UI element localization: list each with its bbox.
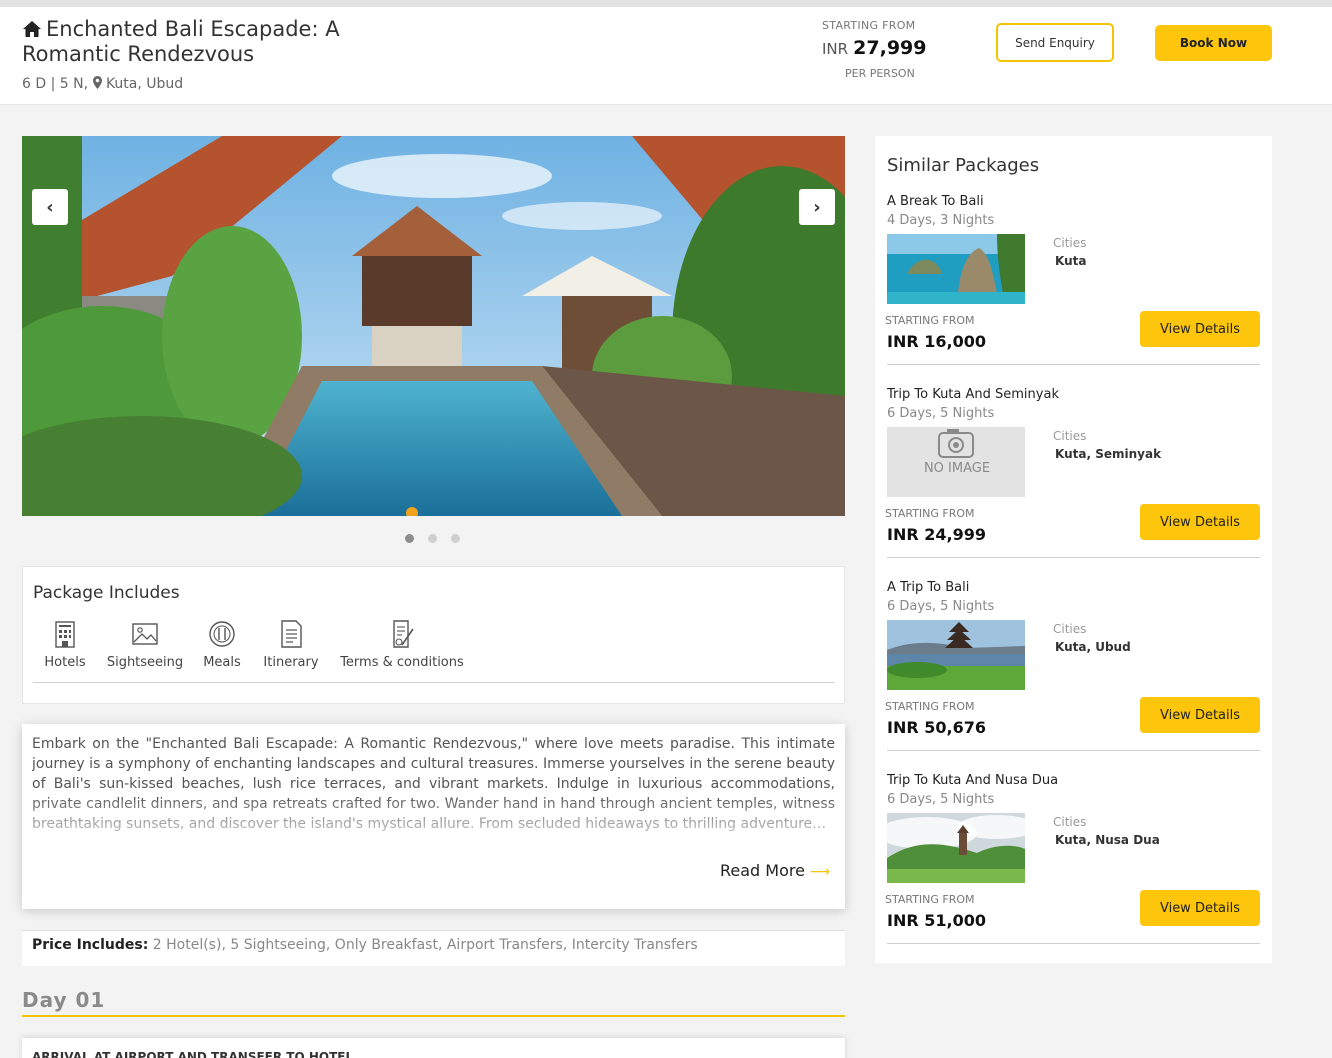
day-title: Day 01	[22, 988, 106, 1012]
carousel-image-bali-villa-pool	[22, 136, 845, 516]
image-icon	[132, 623, 158, 645]
price-includes: Price Includes: 2 Hotel(s), 5 Sightseein…	[22, 930, 845, 966]
package-price: INR 50,676	[887, 718, 986, 737]
similar-package-card: A Trip To Bali 6 Days, 5 Nights Cities K…	[875, 580, 1272, 773]
starting-from-label: STARTING FROM	[885, 314, 975, 327]
price-includes-text: 2 Hotel(s), 5 Sightseeing, Only Breakfas…	[152, 937, 698, 953]
starting-from-label: STARTING FROM	[822, 19, 916, 32]
similar-packages: Similar Packages A Break To Bali 4 Days,…	[875, 136, 1272, 963]
no-image-text: NO IMAGE	[923, 461, 991, 476]
package-includes: Package Includes Hotels Sightseeing Meal…	[22, 566, 845, 704]
similar-package-card: Trip To Kuta And Seminyak 6 Days, 5 Nigh…	[875, 387, 1272, 580]
cities-label: Cities	[1053, 815, 1087, 829]
package-thumbnail[interactable]	[887, 620, 1025, 690]
divider	[887, 750, 1260, 751]
starting-from-label: STARTING FROM	[885, 893, 975, 906]
description-fade	[22, 800, 845, 856]
price: INR 27,999	[822, 37, 927, 59]
divider	[887, 364, 1260, 365]
carousel-dot-2[interactable]	[428, 534, 437, 543]
duration-text: 6 D | 5 N,	[22, 76, 89, 92]
carousel-prev-button[interactable]: ‹	[32, 189, 68, 225]
day-divider	[22, 1015, 845, 1017]
day-activity-title: ARRIVAL AT AIRPORT AND TRANSFER TO HOTEL	[32, 1050, 354, 1058]
starting-from-label: STARTING FROM	[885, 507, 975, 520]
include-sightseeing[interactable]: Sightseeing	[105, 619, 185, 670]
map-pin-icon	[92, 76, 102, 89]
hotel-icon	[55, 621, 75, 648]
currency: INR	[822, 40, 849, 58]
similar-package-card: A Break To Bali 4 Days, 3 Nights Cities …	[875, 194, 1272, 387]
package-cities: Kuta, Ubud	[1055, 640, 1131, 654]
terms-icon	[393, 620, 414, 648]
send-enquiry-button[interactable]: Send Enquiry	[996, 23, 1114, 62]
price-includes-label: Price Includes:	[32, 937, 149, 953]
price-amount: 27,999	[853, 37, 927, 59]
package-duration: 4 Days, 3 Nights	[887, 213, 995, 228]
day-activity-card: ARRIVAL AT AIRPORT AND TRANSFER TO HOTEL	[22, 1038, 845, 1058]
include-label: Sightseeing	[106, 655, 184, 670]
include-hotels[interactable]: Hotels	[37, 619, 93, 670]
package-meta: 6 D | 5 N, Kuta, Ubud	[22, 76, 183, 92]
include-itinerary[interactable]: Itinerary	[261, 619, 321, 670]
cities-label: Cities	[1053, 429, 1087, 443]
package-duration: 6 Days, 5 Nights	[887, 792, 995, 807]
package-header: Enchanted Bali Escapade: A Romantic Rend…	[0, 7, 1332, 105]
divider	[887, 557, 1260, 558]
arrow-right-icon: ⟶	[810, 864, 831, 880]
include-terms[interactable]: Terms & conditions	[337, 619, 467, 670]
package-price: INR 16,000	[887, 332, 986, 351]
include-label: Terms & conditions	[340, 655, 464, 670]
package-cities: Kuta, Nusa Dua	[1055, 833, 1160, 847]
package-cities: Kuta	[1055, 254, 1087, 268]
book-now-button[interactable]: Book Now	[1155, 25, 1272, 61]
similar-packages-title: Similar Packages	[887, 155, 1040, 176]
similar-package-card: Trip To Kuta And Nusa Dua 6 Days, 5 Nigh…	[875, 773, 1272, 966]
package-name[interactable]: A Trip To Bali	[887, 580, 969, 595]
package-price: INR 24,999	[887, 525, 986, 544]
starting-from-label: STARTING FROM	[885, 700, 975, 713]
cities-label: Cities	[1053, 236, 1087, 250]
carousel-dot-1[interactable]	[405, 534, 414, 543]
description-card: Embark on the "Enchanted Bali Escapade: …	[22, 724, 845, 909]
package-name[interactable]: Trip To Kuta And Seminyak	[887, 387, 1059, 402]
package-includes-title: Package Includes	[33, 583, 180, 603]
include-label: Meals	[203, 655, 241, 670]
home-icon	[23, 21, 41, 37]
package-thumbnail[interactable]: NO IMAGE	[887, 427, 1025, 497]
include-meals[interactable]: Meals	[199, 619, 245, 670]
document-icon	[281, 620, 302, 648]
package-duration: 6 Days, 5 Nights	[887, 599, 995, 614]
include-label: Itinerary	[263, 655, 319, 670]
divider	[887, 943, 1260, 944]
package-thumbnail[interactable]	[887, 813, 1025, 883]
divider	[33, 682, 834, 683]
package-name[interactable]: A Break To Bali	[887, 194, 984, 209]
view-details-button[interactable]: View Details	[1140, 311, 1260, 347]
page-title: Enchanted Bali Escapade: A Romantic Rend…	[22, 17, 382, 67]
include-label: Hotels	[44, 655, 86, 670]
view-details-button[interactable]: View Details	[1140, 504, 1260, 540]
package-duration: 6 Days, 5 Nights	[887, 406, 995, 421]
top-strip	[0, 0, 1332, 7]
per-person-label: PER PERSON	[845, 67, 915, 80]
package-title: Enchanted Bali Escapade: A Romantic Rend…	[22, 17, 340, 66]
package-name[interactable]: Trip To Kuta And Nusa Dua	[887, 773, 1058, 788]
meals-icon	[209, 621, 235, 647]
view-details-button[interactable]: View Details	[1140, 697, 1260, 733]
package-cities: Kuta, Seminyak	[1055, 447, 1162, 461]
package-price: INR 51,000	[887, 911, 986, 930]
cities-label: Cities	[1053, 622, 1087, 636]
image-carousel	[22, 136, 845, 516]
package-thumbnail[interactable]	[887, 234, 1025, 304]
location-text: Kuta, Ubud	[105, 76, 184, 92]
view-details-button[interactable]: View Details	[1140, 890, 1260, 926]
read-more-label: Read More	[720, 861, 805, 880]
carousel-dot-3[interactable]	[451, 534, 460, 543]
read-more-link[interactable]: Read More ⟶	[720, 861, 830, 880]
carousel-next-button[interactable]: ›	[799, 189, 835, 225]
